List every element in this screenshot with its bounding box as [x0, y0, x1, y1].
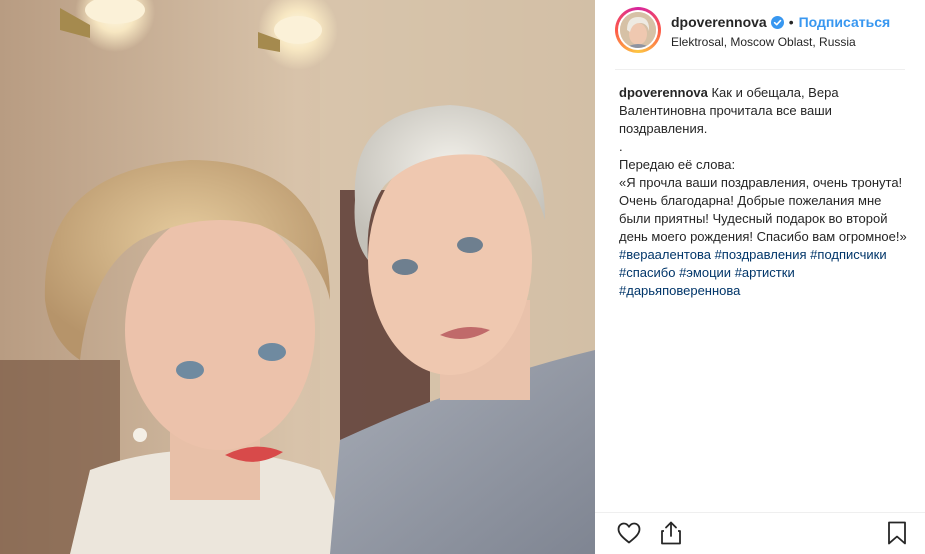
avatar-story-ring[interactable] [615, 7, 661, 53]
post-header: dpoverennova • Подписаться Elektrosal, M… [595, 0, 925, 70]
hashtag-link[interactable]: #подписчики [810, 247, 886, 262]
hashtag-link[interactable]: #вераалентова [619, 247, 711, 262]
separator-dot: • [788, 14, 794, 30]
caption-line-4: «Я прочла ваши поздравления, очень трону… [619, 174, 909, 300]
post-sidebar: dpoverennova • Подписаться Elektrosal, M… [595, 0, 925, 554]
save-button[interactable] [883, 519, 911, 547]
caption-text-4: «Я прочла ваши поздравления, очень трону… [619, 175, 907, 244]
avatar-image [620, 12, 656, 48]
share-button[interactable] [657, 519, 685, 547]
caption-line-1: dpoverennova Как и обещала, Вера Валенти… [619, 84, 909, 138]
hashtag-link[interactable]: #артистки [735, 265, 795, 280]
caption-line-2: . [619, 139, 623, 154]
post-caption: dpoverennova Как и обещала, Вера Валенти… [619, 84, 909, 300]
caption-line-3: Передаю её слова: [619, 157, 736, 172]
caption-username-link[interactable]: dpoverennova [619, 85, 708, 100]
username-link[interactable]: dpoverennova [671, 14, 767, 30]
hashtag-link[interactable]: #эмоции [679, 265, 731, 280]
selfie-image [0, 0, 595, 554]
post-photo[interactable] [0, 0, 595, 554]
location-link[interactable]: Elektrosal, Moscow Oblast, Russia [671, 35, 856, 49]
avatar[interactable] [618, 10, 658, 50]
follow-button[interactable]: Подписаться [799, 14, 891, 30]
heart-icon [617, 522, 641, 544]
hashtag-link[interactable]: #дарьяповереннова [619, 283, 740, 298]
bookmark-icon [888, 521, 906, 545]
hashtag-link[interactable]: #спасибо [619, 265, 675, 280]
action-bar [595, 512, 925, 552]
verified-badge-icon [770, 15, 784, 29]
hashtag-link[interactable]: #поздравления [715, 247, 807, 262]
header-divider [615, 69, 905, 70]
like-button[interactable] [615, 519, 643, 547]
share-icon [661, 521, 681, 545]
header-line: dpoverennova • Подписаться [671, 14, 890, 30]
